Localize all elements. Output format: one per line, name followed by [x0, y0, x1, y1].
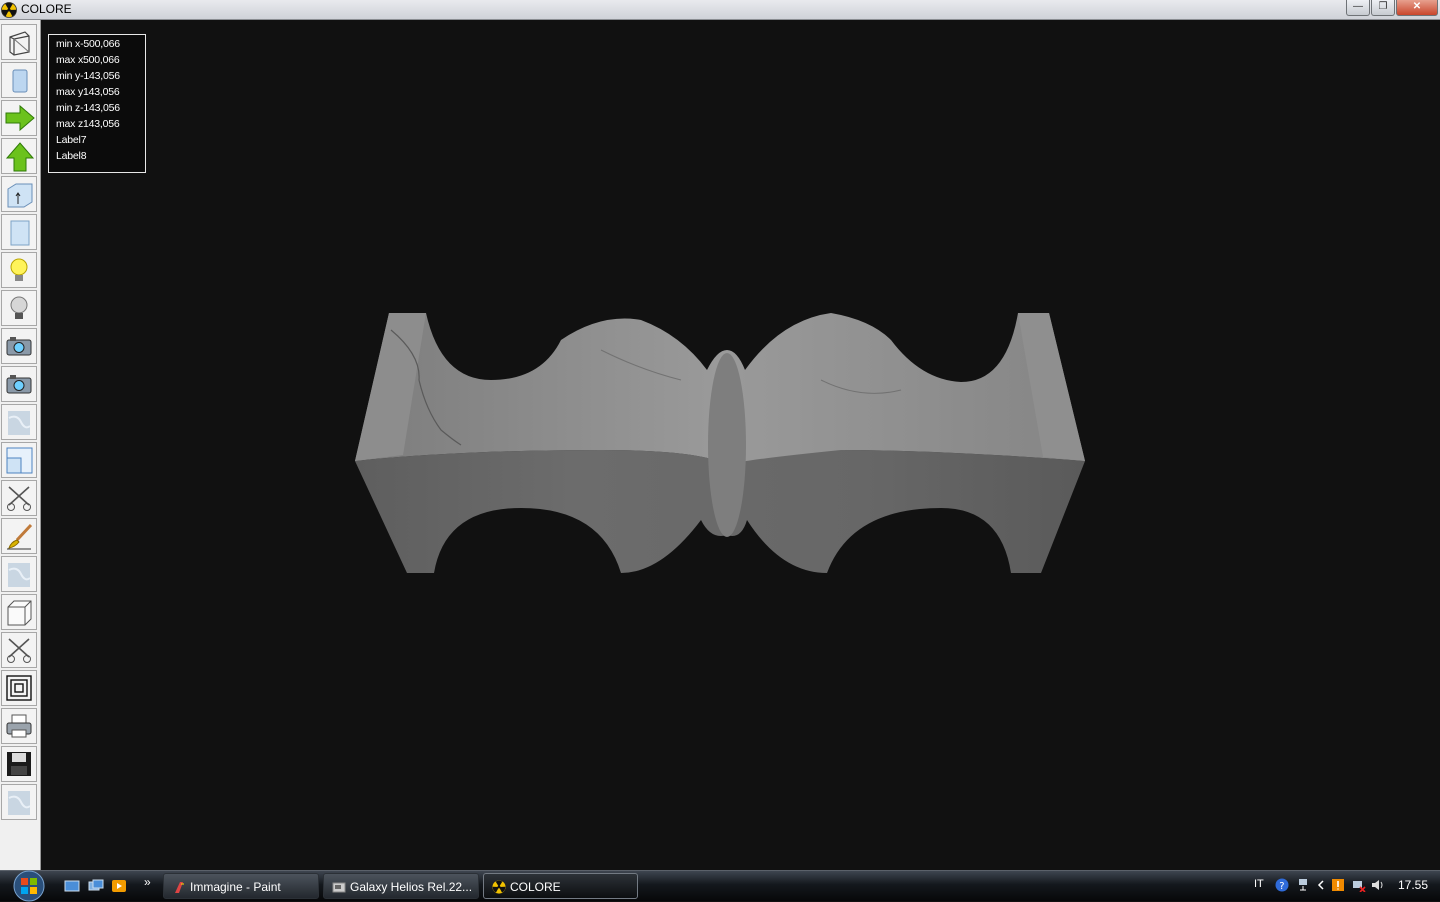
taskbar: » Immagine - Paint Galaxy Helios Rel.22.…: [0, 870, 1440, 902]
chevron-left-icon[interactable]: [1314, 878, 1328, 892]
frame-icon: [6, 675, 32, 701]
tool-frame-button[interactable]: [1, 670, 37, 706]
title-bar: COLORE — ❐ ✕: [0, 0, 1440, 20]
camera-icon: [6, 337, 32, 356]
tool-solid-button[interactable]: [1, 62, 37, 98]
network-icon[interactable]: [1296, 878, 1310, 892]
clock[interactable]: 17.55: [1398, 878, 1428, 892]
tool-scissors-2-button[interactable]: [1, 632, 37, 668]
scissors-2-icon: [7, 638, 31, 663]
tool-light-on-button[interactable]: [1, 252, 37, 288]
surface-view-icon: [10, 220, 30, 246]
brush-icon: [7, 523, 33, 550]
tool-window-button[interactable]: [1, 442, 37, 478]
quicklaunch-overflow[interactable]: »: [144, 875, 151, 889]
task-paint-label: Immagine - Paint: [190, 880, 281, 894]
arrow-up-icon: [5, 142, 35, 172]
galaxy-helios-icon: [332, 882, 346, 893]
minimize-button[interactable]: —: [1346, 0, 1370, 16]
printer-icon: [6, 714, 32, 738]
tool-panel: [0, 20, 41, 870]
radiation-icon: [1, 2, 17, 18]
tool-texture-button[interactable]: [1, 404, 37, 440]
texture-3-icon: [8, 791, 31, 815]
tool-texture-2-button[interactable]: [1, 556, 37, 592]
start-orb-icon[interactable]: [9, 870, 49, 902]
light-on-icon: [10, 258, 28, 281]
scissors-icon: [7, 486, 31, 511]
volume-icon[interactable]: [1371, 878, 1385, 892]
extrude-icon: [7, 183, 33, 208]
system-tray: IT ? 17.55: [1240, 871, 1440, 901]
texture-icon: [8, 411, 31, 435]
close-button[interactable]: ✕: [1396, 0, 1438, 16]
task-paint[interactable]: Immagine - Paint: [163, 873, 319, 899]
task-colore[interactable]: COLORE: [483, 873, 638, 899]
arrow-right-icon: [5, 104, 35, 132]
maximize-button[interactable]: ❐: [1371, 0, 1395, 16]
task-galaxy-helios-label: Galaxy Helios Rel.22...: [350, 880, 473, 894]
3d-viewport[interactable]: min x-500,066 max x500,066 min y-143,056…: [41, 20, 1440, 870]
paint-icon: [175, 882, 184, 893]
language-indicator[interactable]: IT: [1254, 878, 1264, 890]
tool-camera-2-button[interactable]: [1, 366, 37, 402]
tool-print-button[interactable]: [1, 708, 37, 744]
light-off-icon: [10, 296, 28, 319]
texture-2-icon: [8, 563, 31, 587]
cube-icon: [7, 600, 32, 626]
alert-icon[interactable]: [1331, 878, 1345, 892]
tool-extrude-button[interactable]: [1, 176, 37, 212]
tool-cube-button[interactable]: [1, 594, 37, 630]
help-icon[interactable]: ?: [1275, 878, 1289, 892]
switch-windows-icon[interactable]: [88, 879, 104, 893]
save-icon: [7, 752, 31, 776]
media-player-icon[interactable]: [111, 879, 127, 893]
wireframe-icon: [9, 31, 30, 56]
tool-scissors-button[interactable]: [1, 480, 37, 516]
window-title: COLORE: [21, 2, 72, 16]
tool-surface-button[interactable]: [1, 214, 37, 250]
task-colore-label: COLORE: [510, 880, 561, 894]
tool-camera-button[interactable]: [1, 328, 37, 364]
tool-texture-3-button[interactable]: [1, 784, 37, 820]
tool-light-off-button[interactable]: [1, 290, 37, 326]
camera-2-icon: [6, 375, 32, 394]
svg-text:?: ?: [1279, 881, 1284, 892]
task-galaxy-helios[interactable]: Galaxy Helios Rel.22...: [323, 873, 479, 899]
network-disconnected-icon[interactable]: [1352, 878, 1366, 892]
tool-arrow-right-button[interactable]: [1, 100, 37, 136]
tool-wireframe-button[interactable]: [1, 24, 37, 60]
window-view-icon: [6, 447, 33, 474]
radiation-icon: [492, 880, 506, 894]
show-desktop-icon[interactable]: [64, 879, 80, 893]
tool-save-button[interactable]: [1, 746, 37, 782]
solid-view-icon: [12, 69, 28, 93]
marble-profile-model: [355, 313, 1085, 573]
tool-brush-button[interactable]: [1, 518, 37, 554]
tool-arrow-up-button[interactable]: [1, 138, 37, 174]
